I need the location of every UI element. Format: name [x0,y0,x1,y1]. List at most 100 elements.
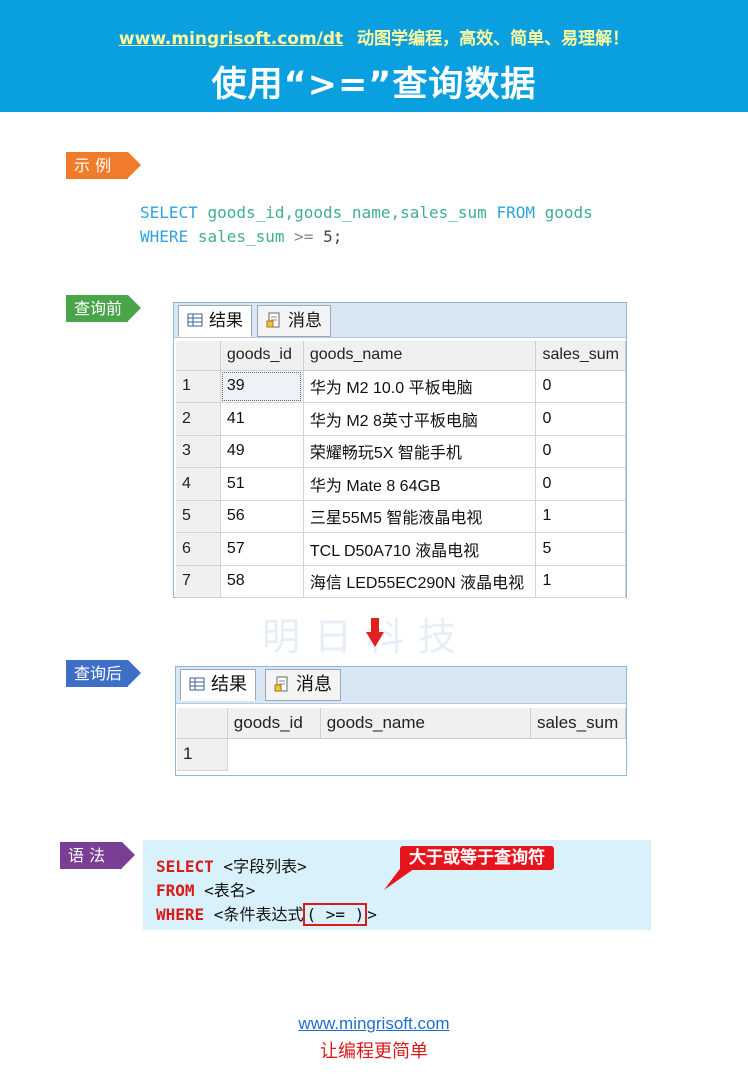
goods-name-cell[interactable]: 华为 M2 8英寸平板电脑 [303,402,537,436]
after-table: goods_id goods_name sales_sum 1 [177,708,627,771]
table-row: 5 56 三星55M5 智能液晶电视 1 [176,500,626,533]
row-number[interactable]: 5 [176,500,221,533]
table-row: 6 57 TCL D50A710 液晶电视 5 [176,532,626,566]
column-header[interactable]: goods_id [227,708,321,739]
goods-name-cell[interactable]: 华为 M2 10.0 平板电脑 [303,370,537,403]
table-row: 7 58 海信 LED55EC290N 液晶电视 1 [176,565,626,598]
row-number-header [176,341,221,371]
before-label: 查询前 [66,295,141,322]
row-number[interactable]: 1 [176,370,221,403]
syntax-where-pre: <条件表达式 [204,905,304,924]
sales-sum-cell[interactable]: 0 [535,370,626,403]
down-arrow-icon [366,618,384,647]
header-banner: www.mingrisoft.com/dt 动图学编程，高效、简单、易理解！ 使… [0,0,748,112]
after-tab-messages[interactable]: 消息 [265,669,341,701]
footer-url-link[interactable]: www.mingrisoft.com [0,1014,748,1034]
footer-slogan: 让编程更简单 [320,1041,428,1062]
after-tab-strip: 结果 消息 [176,667,626,704]
header-top-line: www.mingrisoft.com/dt 动图学编程，高效、简单、易理解！ [0,24,748,49]
example-label: 示 例 [66,152,141,179]
before-tab-messages[interactable]: 消息 [257,305,331,337]
before-results-panel: 结果 消息 goods_id goods_name sales_sum 1 39 华… [173,302,627,598]
table-row: 3 49 荣耀畅玩5X 智能手机 0 [176,435,626,468]
after-tab-messages-label: 消息 [296,674,332,695]
sales-sum-cell[interactable]: 5 [535,532,626,566]
sql-operator: >= [294,227,314,246]
syntax-where-post: > [367,905,377,924]
operator-callout: 大于或等于查询符 [400,846,554,870]
before-tab-strip: 结果 消息 [174,303,626,338]
after-results-panel: 结果 消息 goods_id goods_name sales_sum 1 [175,666,627,776]
example-sql-line1: SELECT goods_id,goods_name,sales_sum FRO… [140,203,593,222]
column-header[interactable]: sales_sum [530,708,627,739]
syntax-from-rest: <表名> [194,881,256,900]
sales-sum-cell[interactable]: 0 [535,467,626,501]
goods-id-cell[interactable]: 51 [220,467,304,501]
after-tab-results-label: 结果 [211,674,247,695]
goods-name-cell[interactable]: 海信 LED55EC290N 液晶电视 [303,565,537,598]
before-table-header-row: goods_id goods_name sales_sum [176,341,626,371]
message-document-icon [266,312,280,328]
header-url-link[interactable]: www.mingrisoft.com/dt [119,29,343,49]
goods-id-cell[interactable]: 58 [220,565,304,598]
syntax-select-rest: <字段列表> [213,857,307,876]
column-header[interactable]: goods_id [220,341,304,371]
sql-where-keyword: WHERE [140,227,189,246]
sales-sum-cell[interactable]: 0 [535,435,626,468]
goods-name-cell[interactable]: TCL D50A710 液晶电视 [303,532,537,566]
column-header[interactable]: goods_name [320,708,531,739]
sql-table: goods [544,203,593,222]
sql-value: 5 [323,227,333,246]
goods-name-cell[interactable]: 荣耀畅玩5X 智能手机 [303,435,537,468]
sql-from-keyword: FROM [496,203,535,222]
before-tab-results[interactable]: 结果 [178,305,252,337]
syntax-where-keyword: WHERE [156,905,205,924]
header-slogan: 动图学编程，高效、简单、易理解！ [357,29,630,49]
syntax-line-where: WHERE <条件表达式( >= ) > [156,901,377,926]
before-tab-results-label: 结果 [209,311,243,331]
page-title: 使用“>=”查询数据 [211,65,537,105]
goods-name-cell[interactable]: 华为 Mate 8 64GB [303,467,537,501]
goods-id-cell[interactable]: 41 [220,402,304,436]
table-row: 1 39 华为 M2 10.0 平板电脑 0 [176,370,626,403]
syntax-from-keyword: FROM [156,881,195,900]
table-row: 1 [177,738,626,771]
sql-columns: goods_id,goods_name,sales_sum [207,203,487,222]
sales-sum-cell[interactable]: 0 [535,402,626,436]
row-number: 1 [177,738,228,771]
row-number[interactable]: 7 [176,565,221,598]
row-number[interactable]: 6 [176,532,221,566]
row-number[interactable]: 2 [176,402,221,436]
column-header[interactable]: sales_sum [535,341,626,371]
syntax-line-select: SELECT <字段列表> [156,853,307,877]
sql-semicolon: ; [332,227,343,246]
syntax-line-from: FROM <表名> [156,877,255,901]
row-number[interactable]: 4 [176,467,221,501]
goods-id-cell[interactable]: 39 [220,370,304,403]
message-document-icon [274,676,288,692]
goods-name-cell[interactable]: 三星55M5 智能液晶电视 [303,500,537,533]
sql-select-keyword: SELECT [140,203,198,222]
column-header[interactable]: goods_name [303,341,537,371]
syntax-operator-highlight: ( >= ) [303,903,368,926]
example-sql-line2: WHERE sales_sum >= 5; [140,227,342,246]
after-label: 查询后 [66,660,141,687]
after-tab-results[interactable]: 结果 [180,669,256,701]
before-tab-messages-label: 消息 [288,311,322,331]
before-table: goods_id goods_name sales_sum 1 39 华为 M2 1… [176,341,626,598]
table-row: 2 41 华为 M2 8英寸平板电脑 0 [176,402,626,436]
after-table-header-row: goods_id goods_name sales_sum [177,708,627,739]
goods-id-cell[interactable]: 49 [220,435,304,468]
row-number-header [177,708,228,739]
sales-sum-cell[interactable]: 1 [535,500,626,533]
syntax-select-keyword: SELECT [156,857,214,876]
before-table-body: 1 39 华为 M2 10.0 平板电脑 0 2 41 华为 M2 8英寸平板电脑 0 3 49 荣… [176,370,626,598]
grid-icon [189,677,205,691]
grid-icon [187,313,203,327]
goods-id-cell[interactable]: 57 [220,532,304,566]
row-number[interactable]: 3 [176,435,221,468]
table-row: 4 51 华为 Mate 8 64GB 0 [176,467,626,501]
sql-condition-column: sales_sum [197,227,285,246]
goods-id-cell[interactable]: 56 [220,500,304,533]
sales-sum-cell[interactable]: 1 [535,565,626,598]
